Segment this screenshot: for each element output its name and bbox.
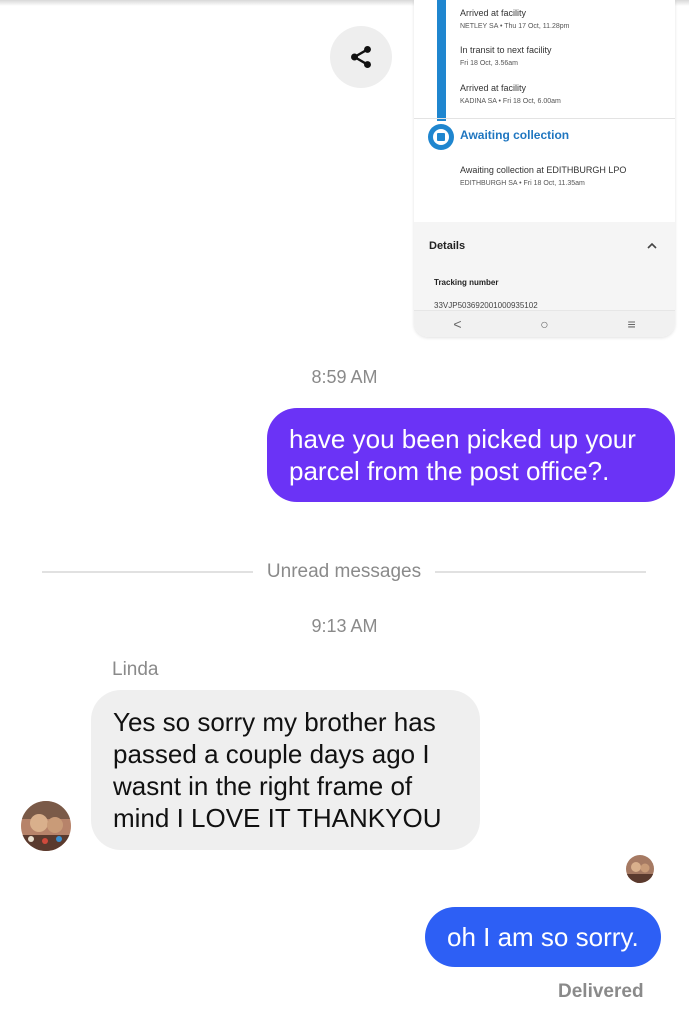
read-receipt-avatar [626,855,654,883]
event-title: Arrived at facility [460,83,527,93]
event-title: In transit to next facility [460,45,552,55]
awaiting-collection-icon [428,124,454,150]
awaiting-detail-line1: Awaiting collection at EDITHBURGH LPO [460,165,627,175]
divider-line [435,571,647,573]
timeline-event: Arrived at facility KADINA SA • Fri 18 O… [460,83,561,105]
incoming-message[interactable]: Yes so sorry my brother has passed a cou… [91,690,480,850]
avatar[interactable] [21,801,71,851]
event-detail: KADINA SA • Fri 18 Oct, 6.00am [460,98,561,105]
awaiting-detail: Awaiting collection at EDITHBURGH LPO ED… [460,165,626,187]
share-icon [351,45,371,69]
unread-divider: Unread messages [42,560,647,584]
divider [414,118,675,119]
chevron-up-icon [647,242,657,249]
timeline-event: In transit to next facility Fri 18 Oct, … [460,45,552,67]
outgoing-message[interactable]: oh I am so sorry. [425,907,661,967]
event-title: Arrived at facility [460,8,527,18]
outgoing-message[interactable]: have you been picked up your parcel from… [267,408,675,502]
timestamp: 9:13 AM [311,616,378,636]
share-button[interactable] [330,26,392,88]
unread-label: Unread messages [266,561,422,582]
details-title: Details [429,240,466,252]
timeline-line [437,0,446,121]
awaiting-detail-line2: EDITHBURGH SA • Fri 18 Oct, 11.35am [460,180,585,187]
recents-icon: ≡ [627,316,636,332]
system-navbar: < ○ ≡ [414,310,675,337]
tracking-number: 33VJP503692001000935102 [434,301,538,310]
tracking-label: Tracking number [434,278,499,287]
delivery-status: Delivered [558,981,644,1002]
awaiting-title: Awaiting collection [460,128,570,142]
back-icon: < [453,316,462,332]
timeline-event: Arrived at facility NETLEY SA • Thu 17 O… [460,8,569,30]
divider-line [42,571,253,573]
home-icon: ○ [540,316,549,332]
event-detail: Fri 18 Oct, 3.56am [460,60,518,67]
sender-name: Linda [112,659,159,680]
event-detail: NETLEY SA • Thu 17 Oct, 11.28pm [460,23,570,30]
timestamp: 8:59 AM [311,367,378,387]
shared-tracking-image[interactable]: Arrived at facility NETLEY SA • Thu 17 O… [414,0,675,337]
